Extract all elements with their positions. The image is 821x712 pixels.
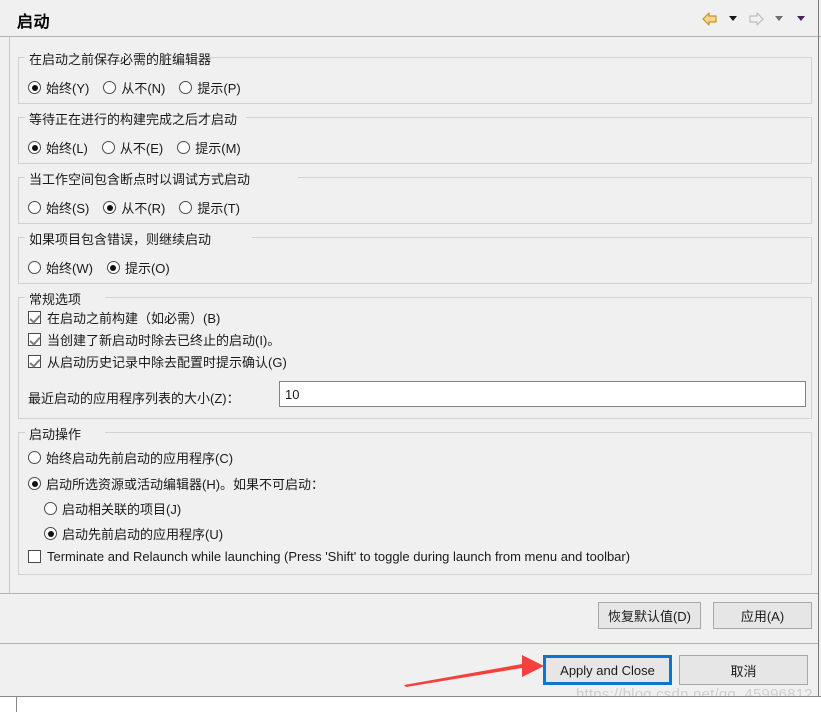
- separator-bottom: [0, 643, 818, 644]
- checkbox-indicator: [28, 355, 41, 368]
- radio-indicator: [44, 502, 57, 515]
- radio-label: 启动所选资源或活动编辑器(H)。如果不可启动：: [46, 477, 325, 492]
- radio-launch-previous-app[interactable]: 启动先前启动的应用程序(U): [44, 524, 223, 543]
- back-arrow-icon[interactable]: [699, 9, 721, 28]
- radio-row-continue-with-errors: 始终(W) 提示(O): [28, 258, 184, 277]
- group-legend: 常规选项: [25, 289, 86, 308]
- radio-option-always-y[interactable]: 始终(Y): [28, 78, 89, 97]
- dialog-header: 启动: [0, 0, 821, 37]
- radio-label: 始终(S): [46, 201, 90, 216]
- checkbox-remove-terminated-launches[interactable]: 当创建了新启动时除去已终止的启动(I)。: [28, 330, 280, 349]
- radio-indicator: [179, 81, 193, 94]
- checkbox-terminate-and-relaunch[interactable]: Terminate and Relaunch while launching (…: [28, 549, 630, 564]
- group-legend: 在启动之前保存必需的脏编辑器: [25, 49, 216, 68]
- recent-launch-size-value: 10: [285, 386, 300, 402]
- radio-option-never-r[interactable]: 从不(R): [103, 198, 165, 217]
- recent-launch-size-input[interactable]: 10: [279, 381, 806, 407]
- back-dropdown-icon[interactable]: [723, 9, 743, 28]
- radio-option-prompt-t[interactable]: 提示(T): [179, 198, 240, 217]
- radio-indicator: [28, 451, 41, 464]
- content-right-edge: [818, 0, 819, 712]
- radio-label: 从不(N): [121, 81, 166, 96]
- radio-indicator: [101, 141, 115, 154]
- radio-option-always-l[interactable]: 始终(L): [28, 138, 88, 157]
- radio-indicator: [179, 201, 193, 214]
- radio-label: 启动相关联的项目(J): [62, 502, 182, 517]
- radio-label: 始终(L): [46, 141, 88, 156]
- header-navigation: [699, 9, 811, 28]
- radio-label: 启动先前启动的应用程序(U): [62, 527, 224, 542]
- menu-dropdown-icon[interactable]: [791, 9, 811, 28]
- restore-defaults-button[interactable]: 恢复默认值(D): [598, 602, 701, 629]
- background-window-remnant: [0, 696, 821, 712]
- group-legend: 等待正在进行的构建完成之后才启动: [25, 109, 242, 128]
- radio-option-prompt-o[interactable]: 提示(O): [106, 258, 170, 277]
- radio-row-save-dirty-editors: 始终(Y) 从不(N) 提示(P): [28, 78, 255, 97]
- checkbox-label: Terminate and Relaunch while launching (…: [47, 549, 631, 564]
- forward-arrow-icon: [745, 9, 767, 28]
- radio-label: 从不(R): [121, 201, 166, 216]
- radio-launch-associated-project[interactable]: 启动相关联的项目(J): [44, 499, 181, 518]
- radio-option-never-e[interactable]: 从不(E): [101, 138, 164, 157]
- checkbox-indicator: [28, 311, 41, 324]
- radio-indicator: [177, 141, 191, 154]
- group-legend: 当工作空间包含断点时以调试方式启动: [25, 169, 255, 188]
- radio-row-wait-for-build: 始终(L) 从不(E) 提示(M): [28, 138, 255, 157]
- radio-label: 提示(M): [195, 141, 241, 156]
- radio-indicator: [28, 477, 41, 490]
- radio-label: 提示(O): [124, 261, 170, 276]
- cancel-button[interactable]: 取消: [679, 655, 808, 685]
- radio-label: 从不(E): [119, 141, 164, 156]
- forward-dropdown-icon[interactable]: [769, 9, 789, 28]
- separator-top: [0, 593, 818, 594]
- checkbox-label: 从启动历史记录中除去配置时提示确认(G): [47, 355, 287, 370]
- checkbox-label: 在启动之前构建（如必需）(B): [47, 311, 221, 326]
- radio-indicator: [28, 141, 41, 154]
- radio-indicator: [103, 201, 117, 214]
- radio-indicator: [103, 81, 117, 94]
- radio-indicator: [28, 81, 41, 94]
- radio-launch-selected-resource[interactable]: 启动所选资源或活动编辑器(H)。如果不可启动：: [28, 474, 324, 493]
- radio-option-always-s[interactable]: 始终(S): [28, 198, 89, 217]
- radio-indicator: [28, 261, 41, 274]
- radio-always-launch-previous[interactable]: 始终启动先前启动的应用程序(C): [28, 448, 233, 467]
- content-left-edge: [9, 37, 10, 593]
- radio-row-debug-on-breakpoints: 始终(S) 从不(R) 提示(T): [28, 198, 254, 217]
- radio-indicator: [44, 527, 57, 540]
- radio-label: 始终(W): [46, 261, 93, 276]
- apply-label: 应用(A): [740, 609, 785, 624]
- radio-indicator: [28, 201, 41, 214]
- group-legend: 启动操作: [25, 424, 86, 443]
- radio-label: 提示(P): [197, 81, 241, 96]
- launch-preferences-dialog: 启动 在启动之前保存必需的脏编辑器 始终(Y) 从不(N) 提示(P) 等待正在…: [0, 0, 821, 712]
- group-legend: 如果项目包含错误，则继续启动: [25, 229, 216, 248]
- radio-option-prompt-m[interactable]: 提示(M): [177, 138, 241, 157]
- checkbox-indicator: [28, 550, 41, 563]
- radio-indicator: [106, 261, 120, 274]
- radio-label: 始终(Y): [46, 81, 90, 96]
- radio-label: 提示(T): [197, 201, 240, 216]
- apply-button[interactable]: 应用(A): [713, 602, 812, 629]
- radio-option-never-n[interactable]: 从不(N): [103, 78, 165, 97]
- page-title: 启动: [17, 14, 51, 31]
- cancel-label: 取消: [730, 663, 757, 679]
- restore-defaults-label: 恢复默认值(D): [607, 609, 692, 624]
- radio-option-always-w[interactable]: 始终(W): [28, 258, 93, 277]
- radio-option-prompt-p[interactable]: 提示(P): [179, 78, 241, 97]
- checkbox-confirm-remove-history[interactable]: 从启动历史记录中除去配置时提示确认(G): [28, 352, 287, 371]
- recent-launch-size-label: 最近启动的应用程序列表的大小(Z)：: [28, 391, 240, 406]
- checkbox-indicator: [28, 333, 41, 346]
- radio-label: 始终启动先前启动的应用程序(C): [46, 451, 234, 466]
- apply-and-close-button[interactable]: Apply and Close: [543, 655, 672, 685]
- apply-and-close-label: Apply and Close: [560, 662, 655, 678]
- checkbox-label: 当创建了新启动时除去已终止的启动(I)。: [47, 333, 281, 348]
- checkbox-build-before-launch[interactable]: 在启动之前构建（如必需）(B): [28, 308, 220, 327]
